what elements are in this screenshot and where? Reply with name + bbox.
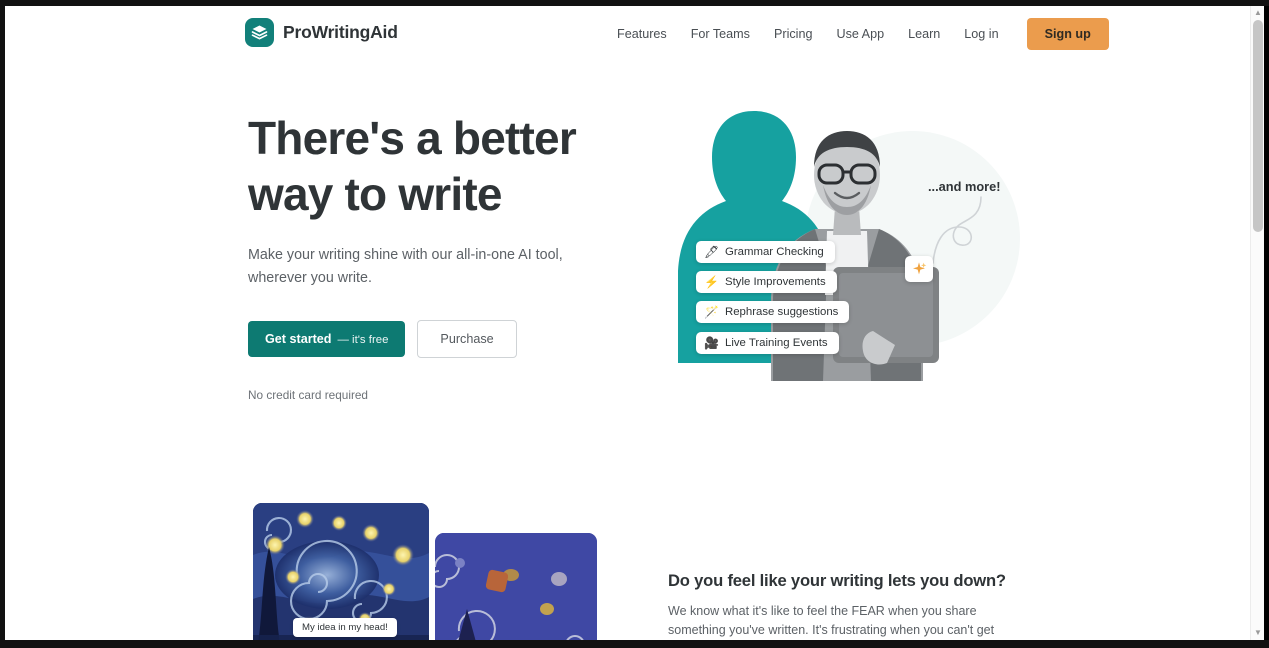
- lightning-bolt-icon: ⚡: [704, 275, 719, 289]
- window-bottom-edge: [0, 640, 1269, 648]
- hero-illustration: ...and more! 🖋 Grammar Checking ⚡ Style …: [660, 101, 1030, 401]
- hero-title: There's a better way to write: [248, 110, 628, 222]
- section-two-title: Do you feel like your writing lets you d…: [668, 571, 1006, 590]
- no-credit-card-note: No credit card required: [248, 388, 368, 402]
- nav-link-log-in[interactable]: Log in: [952, 21, 1010, 47]
- feature-chip-label: Rephrase suggestions: [725, 306, 839, 318]
- sign-up-button[interactable]: Sign up: [1026, 18, 1109, 50]
- browser-window: ProWritingAid Features For Teams Pricing…: [0, 0, 1269, 648]
- book-layers-icon: [245, 18, 274, 47]
- feature-chip-style-improvements: ⚡ Style Improvements: [696, 271, 837, 293]
- scrollbar-thumb[interactable]: [1253, 20, 1263, 232]
- nav-link-use-app[interactable]: Use App: [824, 21, 896, 47]
- hero-cta-group: Get started — it's free Purchase: [248, 320, 628, 358]
- plain-blue-doodle-panel: [435, 533, 597, 640]
- get-started-sublabel: — it's free: [337, 334, 389, 346]
- site-header: ProWritingAid Features For Teams Pricing…: [5, 6, 1250, 62]
- and-more-label: ...and more!: [928, 179, 1001, 194]
- film-camera-icon: 🎥: [704, 336, 719, 350]
- nav-link-pricing[interactable]: Pricing: [762, 21, 825, 47]
- section-two-body: We know what it's like to feel the FEAR …: [668, 604, 995, 637]
- feature-chip-label: Live Training Events: [725, 337, 828, 349]
- feature-chip-grammar-checking: 🖋 Grammar Checking: [696, 241, 835, 263]
- scroll-up-arrow-icon[interactable]: ▲: [1251, 6, 1264, 20]
- feature-chip-label: Style Improvements: [725, 276, 826, 288]
- nav-link-learn[interactable]: Learn: [896, 21, 952, 47]
- page-scrollbar[interactable]: ▲ ▼: [1250, 6, 1264, 640]
- nav-link-for-teams[interactable]: For Teams: [679, 21, 762, 47]
- painting-caption: My idea in my head!: [293, 618, 397, 637]
- get-started-button[interactable]: Get started — it's free: [248, 321, 406, 357]
- writing-comparison-illustration: My idea in my head!: [253, 503, 603, 640]
- purchase-button[interactable]: Purchase: [417, 320, 517, 358]
- curly-pointer-line: [932, 196, 982, 264]
- feature-chip-rephrase-suggestions: 🪄 Rephrase suggestions: [696, 301, 850, 323]
- get-started-label: Get started: [265, 332, 332, 346]
- webpage: ProWritingAid Features For Teams Pricing…: [5, 6, 1250, 640]
- nav-link-features[interactable]: Features: [605, 21, 679, 47]
- hero-title-line-2: way to write: [248, 168, 502, 220]
- page-viewport: ProWritingAid Features For Teams Pricing…: [5, 6, 1264, 640]
- scroll-down-arrow-icon[interactable]: ▼: [1251, 626, 1264, 640]
- brand-logo[interactable]: ProWritingAid: [245, 18, 398, 47]
- magic-wand-icon: 🪄: [704, 305, 719, 319]
- hero-copy: There's a better way to write Make your …: [248, 110, 628, 402]
- hero-title-line-1: There's a better: [248, 112, 577, 164]
- hero-subtitle: Make your writing shine with our all-in-…: [248, 247, 563, 286]
- main-navigation: Features For Teams Pricing Use App Learn…: [605, 6, 1109, 62]
- section-two-copy: Do you feel like your writing lets you d…: [668, 571, 1013, 640]
- feature-chip-label: Grammar Checking: [725, 246, 824, 258]
- brand-name: ProWritingAid: [283, 22, 398, 42]
- feature-chip-live-training-events: 🎥 Live Training Events: [696, 332, 839, 354]
- sparkle-icon: [905, 256, 933, 282]
- feather-pen-icon: 🖋: [704, 245, 720, 259]
